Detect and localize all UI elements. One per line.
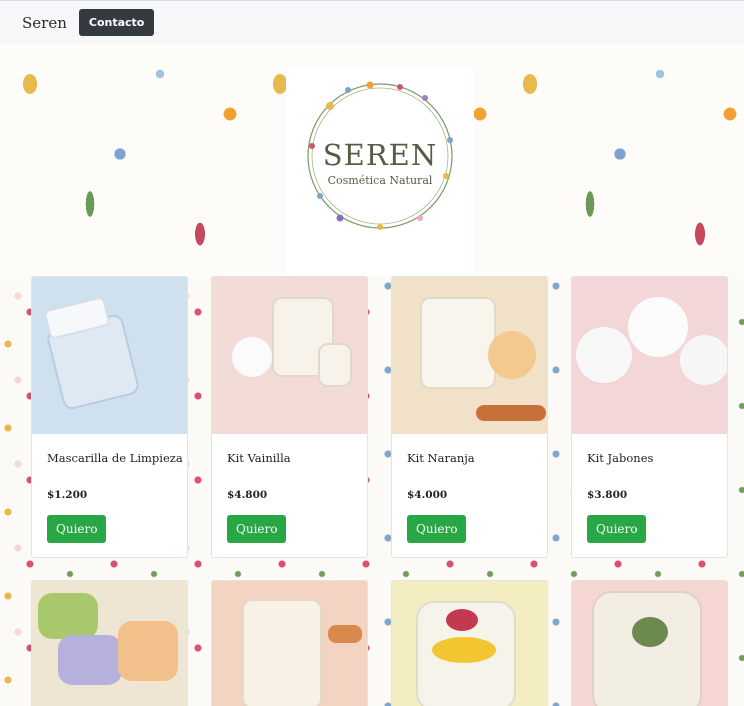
- product-card: [571, 580, 728, 706]
- product-card: Kit Naranja $4.000 Quiero: [391, 276, 548, 558]
- brand-link[interactable]: Seren: [22, 14, 67, 32]
- product-image[interactable]: [572, 277, 727, 434]
- buy-button[interactable]: Quiero: [587, 515, 647, 543]
- product-card: [211, 580, 368, 706]
- logo-subtitle: Cosmética Natural: [327, 174, 433, 187]
- product-card: Mascarilla de Limpieza $1.200 Quiero: [31, 276, 188, 558]
- logo: SEREN Cosmética Natural: [286, 66, 474, 276]
- product-price: $4.800: [227, 489, 268, 501]
- navbar: Seren Contacto: [0, 0, 744, 44]
- product-price: $3.800: [587, 489, 628, 501]
- product-price: $1.200: [47, 489, 88, 501]
- product-name: Kit Jabones: [587, 451, 654, 465]
- product-name: Kit Naranja: [407, 451, 475, 465]
- product-image[interactable]: [392, 581, 547, 706]
- contact-button[interactable]: Contacto: [78, 9, 155, 36]
- buy-button[interactable]: Quiero: [47, 515, 107, 543]
- product-image[interactable]: [392, 277, 547, 434]
- product-card: [391, 580, 548, 706]
- product-image[interactable]: [572, 581, 727, 706]
- logo-title: SEREN: [322, 138, 438, 172]
- product-name: Mascarilla de Limpieza: [47, 451, 183, 465]
- hero-banner: SEREN Cosmética Natural: [0, 44, 744, 276]
- product-image[interactable]: [32, 581, 187, 706]
- product-image[interactable]: [32, 277, 187, 434]
- product-card: Kit Vainilla $4.800 Quiero: [211, 276, 368, 558]
- product-card: Kit Jabones $3.800 Quiero: [571, 276, 728, 558]
- product-image[interactable]: [212, 581, 367, 706]
- product-card: [31, 580, 188, 706]
- buy-button[interactable]: Quiero: [407, 515, 467, 543]
- product-image[interactable]: [212, 277, 367, 434]
- buy-button[interactable]: Quiero: [227, 515, 287, 543]
- product-price: $4.000: [407, 489, 448, 501]
- product-name: Kit Vainilla: [227, 451, 291, 465]
